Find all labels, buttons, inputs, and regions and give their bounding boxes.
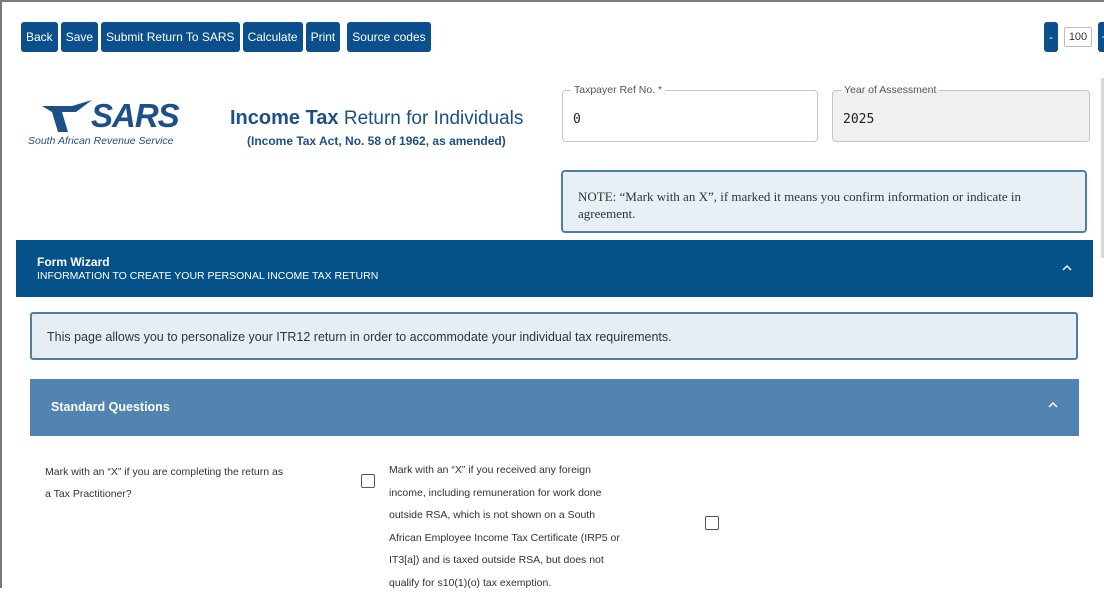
mark-x-note: NOTE: “Mark with an X”, if marked it mea… xyxy=(561,170,1087,233)
standard-questions-header[interactable]: Standard Questions xyxy=(30,379,1079,436)
sars-logo: SARS South African Revenue Service xyxy=(28,98,198,150)
calculate-button[interactable]: Calculate xyxy=(242,22,303,52)
toolbar: Back Save Submit Return To SARS Calculat… xyxy=(21,22,434,52)
form-wizard-subtitle: INFORMATION TO CREATE YOUR PERSONAL INCO… xyxy=(37,270,379,282)
year-of-assessment-field: Year of Assessment 2025 xyxy=(832,84,1090,142)
window-top-border xyxy=(0,0,1104,2)
source-codes-button[interactable]: Source codes xyxy=(347,22,431,52)
form-wizard-header[interactable]: Form Wizard INFORMATION TO CREATE YOUR P… xyxy=(16,240,1093,297)
window-left-border xyxy=(0,0,2,588)
taxpayer-ref-field[interactable]: Taxpayer Ref No. * 0 xyxy=(562,84,818,142)
page-title-bold: Income Tax xyxy=(230,107,339,129)
tax-practitioner-question: Mark with an “X” if you are completing t… xyxy=(45,466,284,500)
chevron-up-icon[interactable] xyxy=(1060,261,1074,275)
personalize-info-box: This page allows you to personalize your… xyxy=(30,312,1078,360)
year-of-assessment-label: Year of Assessment xyxy=(841,84,940,96)
foreign-income-checkbox[interactable] xyxy=(705,516,719,530)
taxpayer-ref-value[interactable]: 0 xyxy=(573,112,581,127)
zoom-level-value[interactable]: 100 xyxy=(1064,27,1092,47)
sars-logo-subtitle: South African Revenue Service xyxy=(28,135,174,147)
taxpayer-ref-label: Taxpayer Ref No. * xyxy=(571,84,666,96)
submit-return-button[interactable]: Submit Return To SARS xyxy=(101,22,240,52)
page-title-rest: Return for Individuals xyxy=(338,108,524,129)
print-button[interactable]: Print xyxy=(305,22,341,52)
chevron-up-icon[interactable] xyxy=(1046,398,1060,412)
form-wizard-title: Form Wizard xyxy=(37,255,110,269)
sars-wordmark: SARS xyxy=(91,97,180,134)
page-subtitle: (Income Tax Act, No. 58 of 1962, as amen… xyxy=(247,134,506,148)
tax-practitioner-checkbox[interactable] xyxy=(361,474,375,488)
zoom-out-button[interactable]: - xyxy=(1044,22,1058,52)
page-title: Income Tax Return for Individuals xyxy=(230,107,523,130)
zoom-control: - 100 + xyxy=(1044,22,1104,52)
back-button[interactable]: Back xyxy=(21,22,58,52)
zoom-in-button[interactable]: + xyxy=(1098,22,1104,52)
save-button[interactable]: Save xyxy=(60,22,99,52)
standard-questions-title: Standard Questions xyxy=(51,400,170,414)
foreign-income-question: Mark with an “X” if you received any for… xyxy=(389,464,620,589)
year-of-assessment-value: 2025 xyxy=(843,112,875,127)
sars-logo-icon xyxy=(42,100,92,132)
